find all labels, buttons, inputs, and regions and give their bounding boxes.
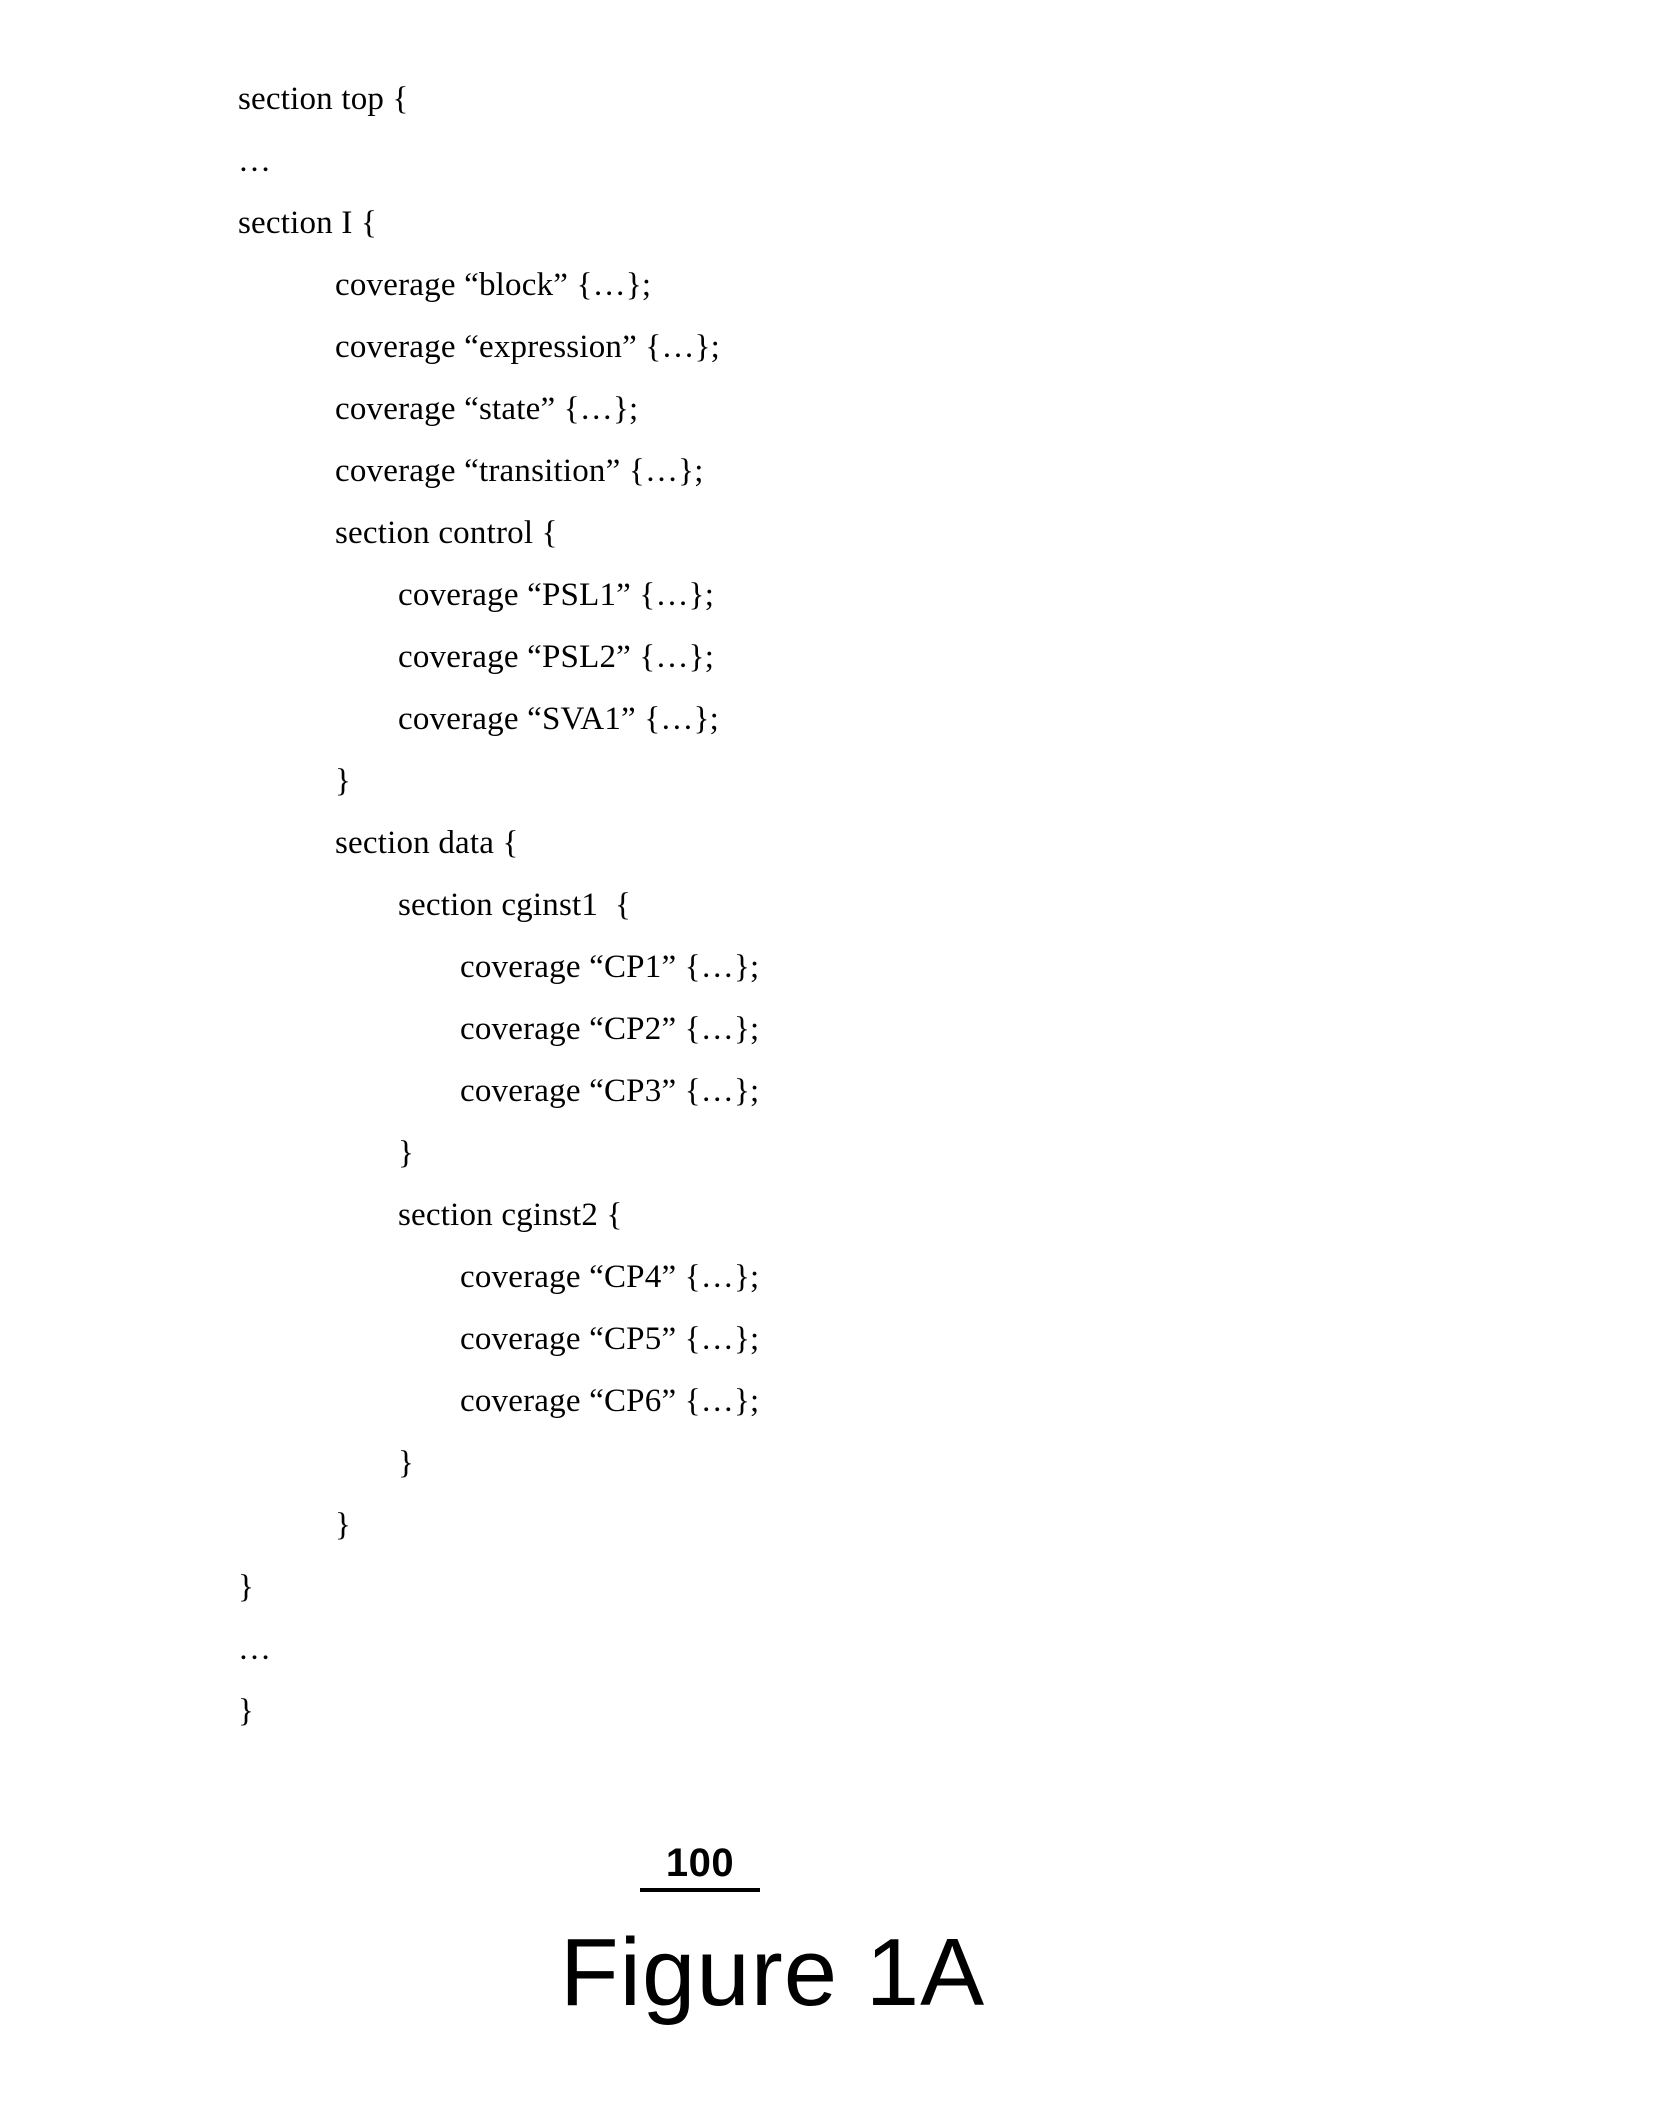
- code-line: coverage “state” {…};: [335, 391, 639, 427]
- code-line: }: [238, 1693, 255, 1729]
- figure-caption: Figure 1A: [560, 1919, 986, 2026]
- code-line: coverage “CP6” {…};: [460, 1383, 760, 1419]
- figure-label-block: 100 Figure 1A: [0, 1840, 1677, 2028]
- code-line: coverage “CP4” {…};: [460, 1259, 760, 1295]
- code-line: section top {: [238, 81, 409, 117]
- code-line: coverage “SVA1” {…};: [398, 701, 719, 737]
- code-line: coverage “transition” {…};: [335, 453, 704, 489]
- code-line: coverage “PSL2” {…};: [398, 639, 715, 675]
- code-listing: section top { … section I { coverage “block…: [238, 68, 1338, 1742]
- code-line: coverage “CP5” {…};: [460, 1321, 760, 1357]
- code-line: section cginst2 {: [398, 1197, 623, 1233]
- code-line: …: [238, 1631, 272, 1667]
- code-line: coverage “block” {…};: [335, 267, 652, 303]
- code-line: coverage “CP3” {…};: [460, 1073, 760, 1109]
- code-line: coverage “CP1” {…};: [460, 949, 760, 985]
- code-line: }: [335, 1507, 352, 1543]
- code-line: }: [335, 763, 352, 799]
- code-line: }: [238, 1569, 255, 1605]
- code-line: section control {: [335, 515, 558, 551]
- code-line: coverage “expression” {…};: [335, 329, 721, 365]
- code-line: coverage “CP2” {…};: [460, 1011, 760, 1047]
- code-line: section cginst1 {: [398, 887, 631, 923]
- reference-numeral-100: 100: [640, 1840, 760, 1892]
- code-line: coverage “PSL1” {…};: [398, 577, 715, 613]
- code-line: …: [238, 143, 272, 179]
- code-line: section I {: [238, 205, 378, 241]
- code-line: section data {: [335, 825, 519, 861]
- code-line: }: [398, 1135, 415, 1171]
- code-line: }: [398, 1445, 415, 1481]
